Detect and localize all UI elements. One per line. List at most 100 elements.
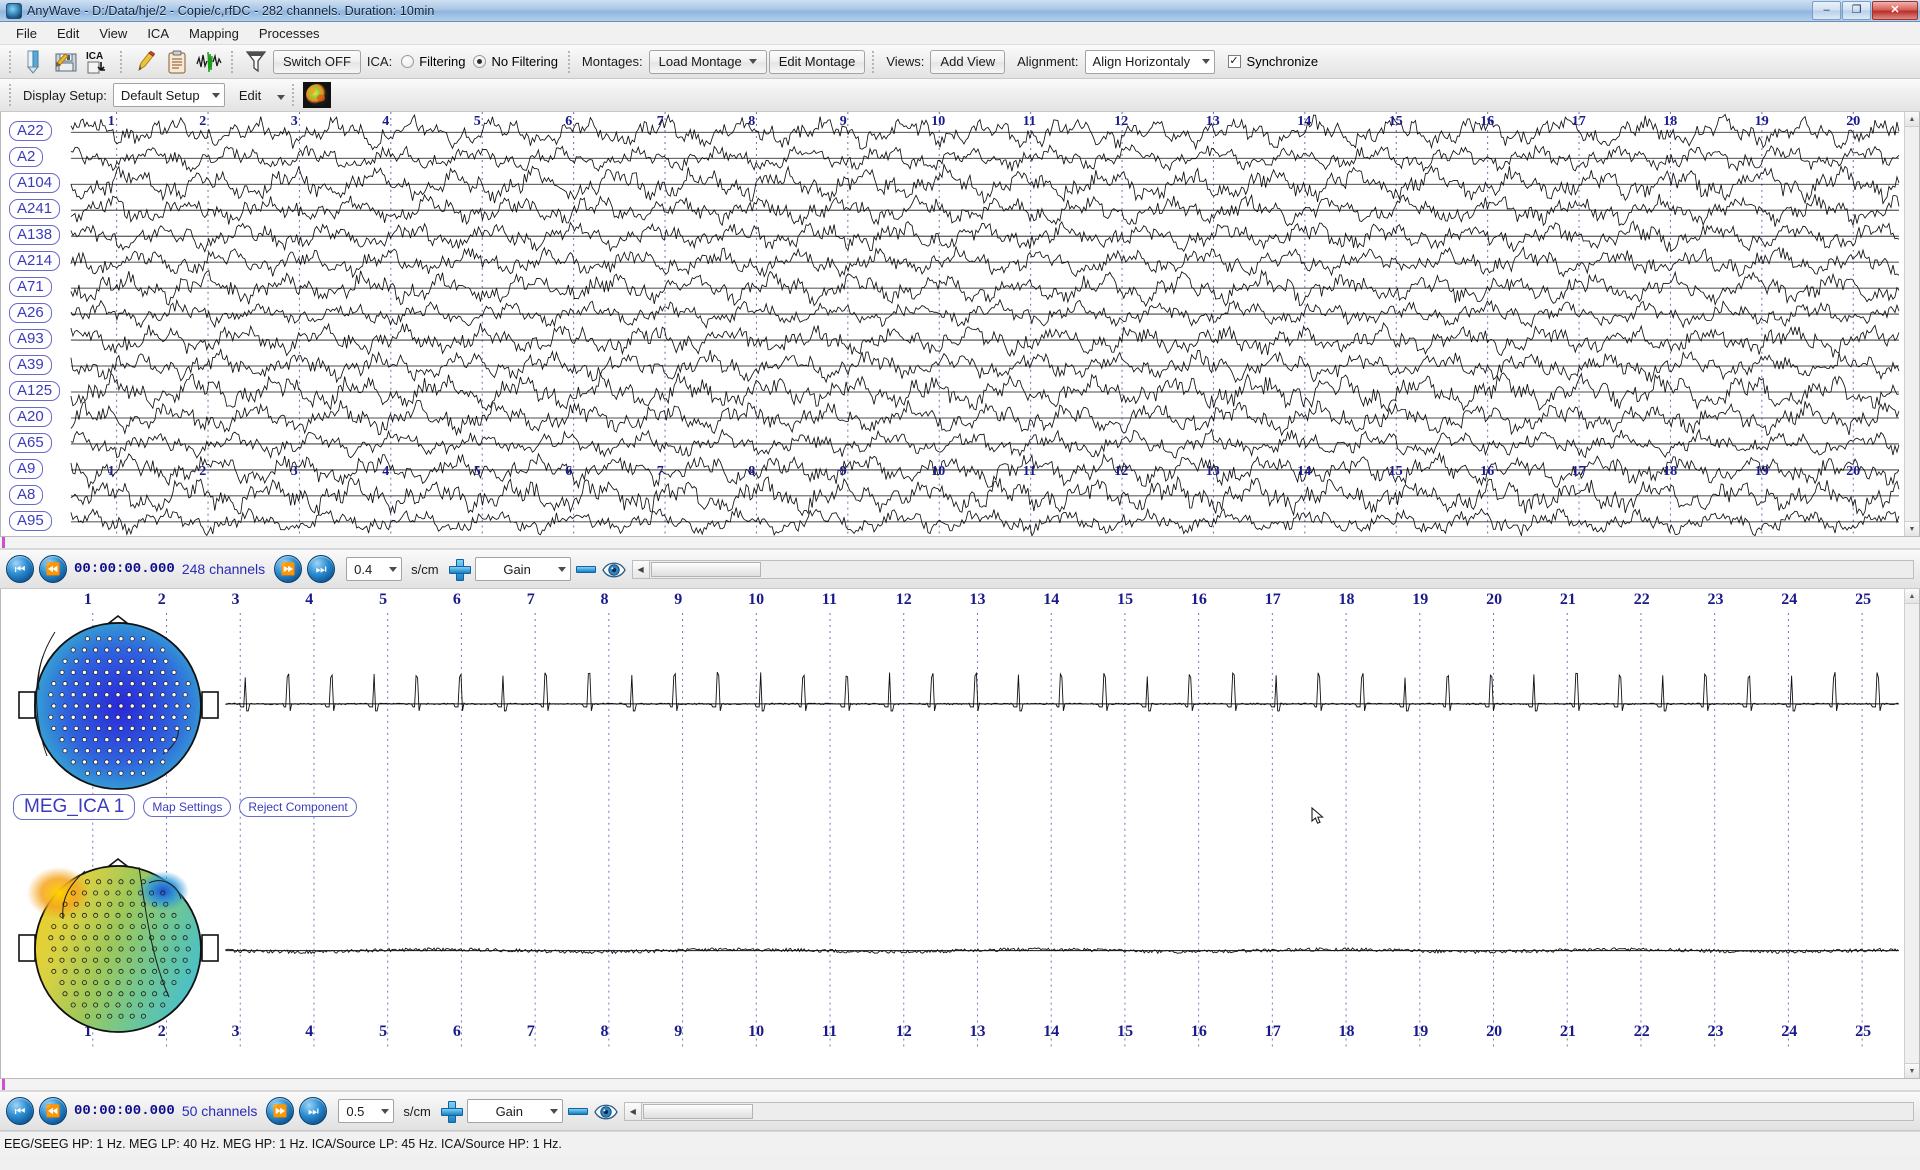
radio-no-filtering-dot [473,55,487,68]
decrease-gain-icon[interactable] [567,1107,588,1115]
signal-traces-top[interactable] [1,112,1919,537]
save-file-button[interactable] [51,48,81,76]
radio-no-filtering[interactable]: No Filtering [470,54,560,69]
display-setup-select[interactable]: Default Setup [112,83,225,107]
time-tick: 8 [600,591,609,608]
save-file-icon [55,52,77,71]
channel-label[interactable]: A9 [9,459,44,480]
channel-label[interactable]: A2 [9,147,44,168]
edit-setup-label[interactable]: Edit [227,88,265,103]
go-to-start-button[interactable]: ⏮ [6,1097,34,1125]
channel-label[interactable]: A138 [9,225,61,246]
topography-map-ica1[interactable] [11,614,226,794]
menu-item-mapping[interactable]: Mapping [179,23,249,44]
channel-label[interactable]: A125 [9,381,61,402]
time-tick: 14 [1297,464,1312,479]
channel-label[interactable]: A93 [9,329,52,350]
menu-item-view[interactable]: View [89,23,137,44]
horizontal-scrollbar-top[interactable]: ◀ [631,559,1914,579]
ica-component-1-label[interactable]: MEG_ICA 1 [13,794,136,820]
decrease-gain-icon[interactable] [575,565,596,573]
maximize-button[interactable]: ❐ [1842,1,1871,20]
scroll-left-arrow-icon[interactable]: ◀ [624,1102,642,1120]
seconds-per-cm-select-top[interactable]: 0.4 [346,557,403,581]
vertical-scrollbar-bottom[interactable]: ▲ ▼ [1904,589,1919,1078]
scroll-down-arrow-icon[interactable]: ▼ [1905,1063,1919,1078]
scroll-left-arrow-icon[interactable]: ◀ [632,560,650,578]
time-tick: 25 [1855,591,1872,608]
channel-label[interactable]: A20 [9,407,52,428]
topography-map-ica2[interactable] [11,857,226,1037]
minimize-button[interactable]: – [1812,1,1841,20]
switch-off-button[interactable]: Switch OFF [273,49,361,74]
seconds-per-cm-select-bottom[interactable]: 0.5 [338,1099,395,1123]
time-tick: 13 [1205,464,1220,479]
map-settings-button[interactable]: Map Settings [143,797,232,817]
add-view-button[interactable]: Add View [930,49,1006,74]
channel-label[interactable]: A39 [9,355,52,376]
channel-label[interactable]: A241 [9,199,61,220]
go-to-end-button[interactable]: ⏭ [307,555,336,583]
alignment-label: Alignment: [1017,54,1079,69]
radio-filtering[interactable]: Filtering [398,54,468,69]
menu-item-processes[interactable]: Processes [249,23,330,44]
ica-import-button[interactable]: ICA [83,48,113,76]
channel-label[interactable]: A214 [9,251,61,272]
scroll-thumb[interactable] [642,1103,753,1119]
channel-label[interactable]: A71 [9,277,52,298]
scroll-up-arrow-icon[interactable]: ▲ [1905,112,1919,127]
increase-gain-icon[interactable] [440,1100,463,1123]
increase-gain-icon[interactable] [448,558,471,581]
time-tick: 21 [1559,591,1576,608]
chevron-down-icon[interactable] [277,94,286,100]
ica-component-traces[interactable] [1,589,1919,1078]
gain-select-top[interactable]: Gain [474,557,571,581]
chevron-down-icon [748,59,757,64]
time-tick: 7 [656,114,664,129]
page-back-button[interactable]: ⏪ [39,1097,67,1125]
channel-label[interactable]: A104 [9,173,61,194]
horizontal-scrollbar-bottom[interactable]: ◀ [623,1101,1914,1121]
menu-item-file[interactable]: File [6,23,47,44]
edit-pencil-button[interactable] [130,48,160,76]
channel-label[interactable]: A65 [9,433,52,454]
page-back-button[interactable]: ⏪ [39,555,67,583]
scroll-thumb[interactable] [650,561,761,577]
channel-label[interactable]: A26 [9,303,52,324]
scroll-down-arrow-icon[interactable]: ▼ [1905,521,1919,536]
page-forward-button[interactable]: ⏩ [266,1097,295,1125]
synchronize-checkbox[interactable]: ✓ Synchronize [1225,54,1322,69]
reject-component-button[interactable]: Reject Component [239,797,357,817]
topography-thumbnail-button[interactable] [302,81,332,109]
menu-item-edit[interactable]: Edit [47,23,89,44]
chevron-down-icon [557,566,566,572]
time-tick: 6 [452,591,461,608]
gain-select-bottom[interactable]: Gain [466,1099,563,1123]
show-hide-channels-icon[interactable] [593,1099,619,1123]
marker-strip-bottom [0,1079,1920,1091]
menu-item-ica[interactable]: ICA [137,23,179,44]
channel-label[interactable]: A8 [9,485,44,506]
ica-component-panel[interactable]: 1 2 3 4 5 6 7 8 9 10 11 12 13 14 15 16 17 18 19 20 21 22 23 24 2… [0,589,1920,1079]
page-forward-button[interactable]: ⏩ [274,555,303,583]
time-tick: 10 [931,464,946,479]
open-file-button[interactable] [19,48,49,76]
close-button[interactable]: ✕ [1872,1,1918,20]
gain-label-bottom: Gain [495,1103,524,1119]
go-to-start-button[interactable]: ⏮ [6,555,34,583]
channel-label[interactable]: A22 [9,121,52,142]
eeg-signal-panel-top[interactable]: 1 2 3 4 5 6 7 8 9 10 11 12 13 14 15 16 17 18 19 20 12345678… [0,112,1920,537]
channel-label[interactable]: A95 [9,511,52,532]
clipboard-button[interactable] [162,48,192,76]
seconds-per-cm-unit-bottom: s/cm [403,1103,431,1119]
scroll-up-arrow-icon[interactable]: ▲ [1905,589,1919,604]
alignment-select[interactable]: Align Horizontaly [1084,49,1215,74]
go-to-end-button[interactable]: ⏭ [299,1097,328,1125]
chevron-down-icon [211,92,220,98]
load-montage-button[interactable]: Load Montage [648,49,767,74]
vertical-scrollbar-top[interactable]: ▲ ▼ [1904,112,1919,536]
edit-montage-button[interactable]: Edit Montage [768,49,866,74]
filter-button[interactable] [241,48,271,76]
signal-trace-button[interactable] [194,48,224,76]
show-hide-channels-icon[interactable] [601,557,627,581]
